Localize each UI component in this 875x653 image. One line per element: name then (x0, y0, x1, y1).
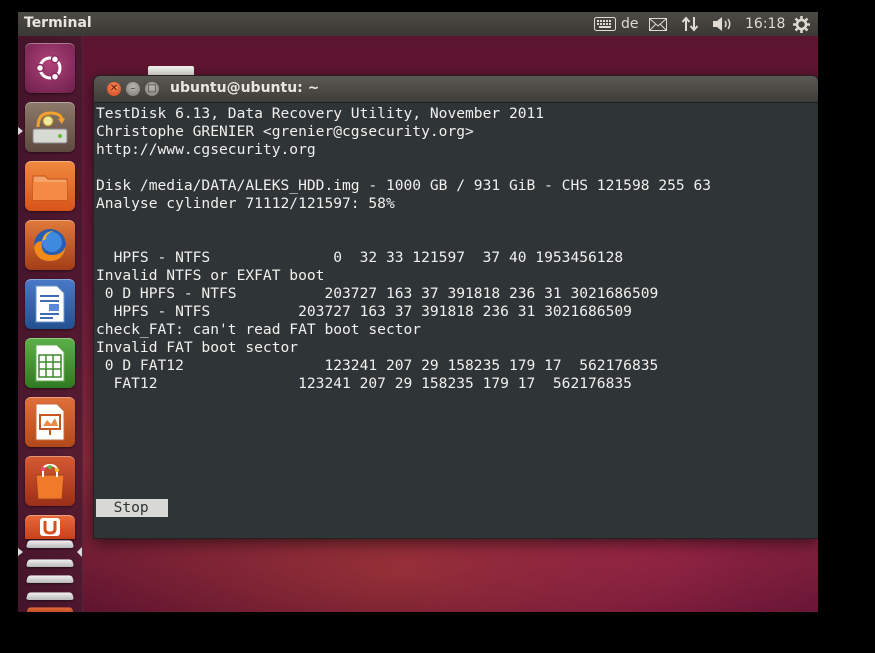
launcher-stacked-item[interactable] (25, 592, 75, 601)
launcher-stacked-item[interactable] (25, 575, 75, 584)
session-menu[interactable] (793, 15, 810, 33)
network-menu[interactable] (681, 15, 699, 33)
launcher-writer-button[interactable] (25, 279, 75, 329)
minimize-icon: – (130, 83, 136, 94)
terminal-line: Analyse cylinder 71112/121597: 58% (96, 195, 395, 212)
keyboard-layout-label: de (621, 16, 639, 32)
terminal-window: ✕ – □ ubuntu@ubuntu: ~ TestDisk 6.13, Da… (94, 76, 818, 538)
terminal-line: FAT12 123241 207 29 158235 179 17 562176… (96, 375, 632, 392)
keyboard-icon (594, 17, 616, 31)
session-gear-icon (793, 15, 810, 33)
ubuntu-logo-icon (35, 55, 62, 81)
launcher-impress-button[interactable] (25, 397, 75, 447)
launcher-terminal-button[interactable] (25, 540, 75, 549)
libreoffice-impress-icon (35, 403, 65, 441)
sound-menu[interactable] (712, 15, 734, 33)
disk-recovery-icon (32, 111, 68, 144)
active-indicator (77, 547, 82, 557)
libreoffice-writer-icon (35, 285, 65, 323)
terminal-line: Christophe GRENIER <grenier@cgsecurity.o… (96, 123, 474, 140)
launcher-dash-button[interactable] (25, 43, 75, 93)
close-icon: ✕ (109, 83, 119, 94)
window-minimize-button[interactable]: – (126, 82, 140, 96)
launcher-files-button[interactable] (25, 161, 75, 211)
launcher-ubuntu-one-button[interactable] (25, 515, 75, 539)
libreoffice-calc-icon (35, 344, 65, 382)
running-indicator (18, 548, 23, 556)
top-panel: Terminal de 16:18 (18, 12, 818, 36)
window-titlebar[interactable]: ✕ – □ ubuntu@ubuntu: ~ (94, 76, 818, 103)
desktop: Terminal de 16:18 ✕ – □ ubuntu@ubuntu: ~… (18, 12, 818, 612)
window-maximize-button[interactable]: □ (145, 82, 159, 96)
volume-icon (713, 17, 731, 31)
shopping-bag-icon (35, 463, 65, 500)
terminal-line: Invalid FAT boot sector (96, 339, 299, 356)
active-app-title: Terminal (24, 15, 92, 31)
terminal-line: Disk /media/DATA/ALEKS_HDD.img - 1000 GB… (96, 177, 712, 194)
terminal-line: HPFS - NTFS 203727 163 37 391818 236 31 … (96, 303, 632, 320)
keyboard-indicator[interactable]: de (594, 15, 639, 33)
window-close-button[interactable]: ✕ (107, 82, 121, 96)
terminal-line: http://www.cgsecurity.org (96, 141, 316, 158)
terminal-line: 0 D HPFS - NTFS 203727 163 37 391818 236… (96, 285, 659, 302)
launcher-stacked-item[interactable] (25, 559, 75, 568)
terminal-line: TestDisk 6.13, Data Recovery Utility, No… (96, 105, 545, 122)
running-indicator (18, 127, 23, 135)
launcher-software-center-button[interactable] (25, 456, 75, 506)
firefox-icon (34, 229, 66, 261)
network-icon (681, 16, 699, 32)
terminal-line: HPFS - NTFS 0 32 33 121597 37 40 1953456… (96, 249, 624, 266)
launcher-firefox-button[interactable] (25, 220, 75, 270)
window-title: ubuntu@ubuntu: ~ (170, 80, 320, 96)
launcher-calc-button[interactable] (25, 338, 75, 388)
folder-icon (32, 175, 68, 201)
stop-button[interactable]: Stop (96, 499, 168, 517)
terminal-line: check_FAT: can't read FAT boot sector (96, 321, 422, 338)
ubuntu-one-icon (40, 518, 60, 536)
launcher-testdisk-button[interactable] (25, 102, 75, 152)
terminal-line: Invalid NTFS or EXFAT boot (96, 267, 325, 284)
launcher (18, 36, 83, 612)
terminal-line: 0 D FAT12 123241 207 29 158235 179 17 56… (96, 357, 659, 374)
terminal-output[interactable]: TestDisk 6.13, Data Recovery Utility, No… (96, 103, 818, 538)
messaging-menu[interactable] (649, 15, 667, 33)
maximize-icon: □ (147, 83, 157, 94)
clock[interactable]: 16:18 (745, 15, 785, 33)
mail-icon (649, 17, 667, 31)
launcher-stacked-item[interactable] (25, 607, 75, 612)
